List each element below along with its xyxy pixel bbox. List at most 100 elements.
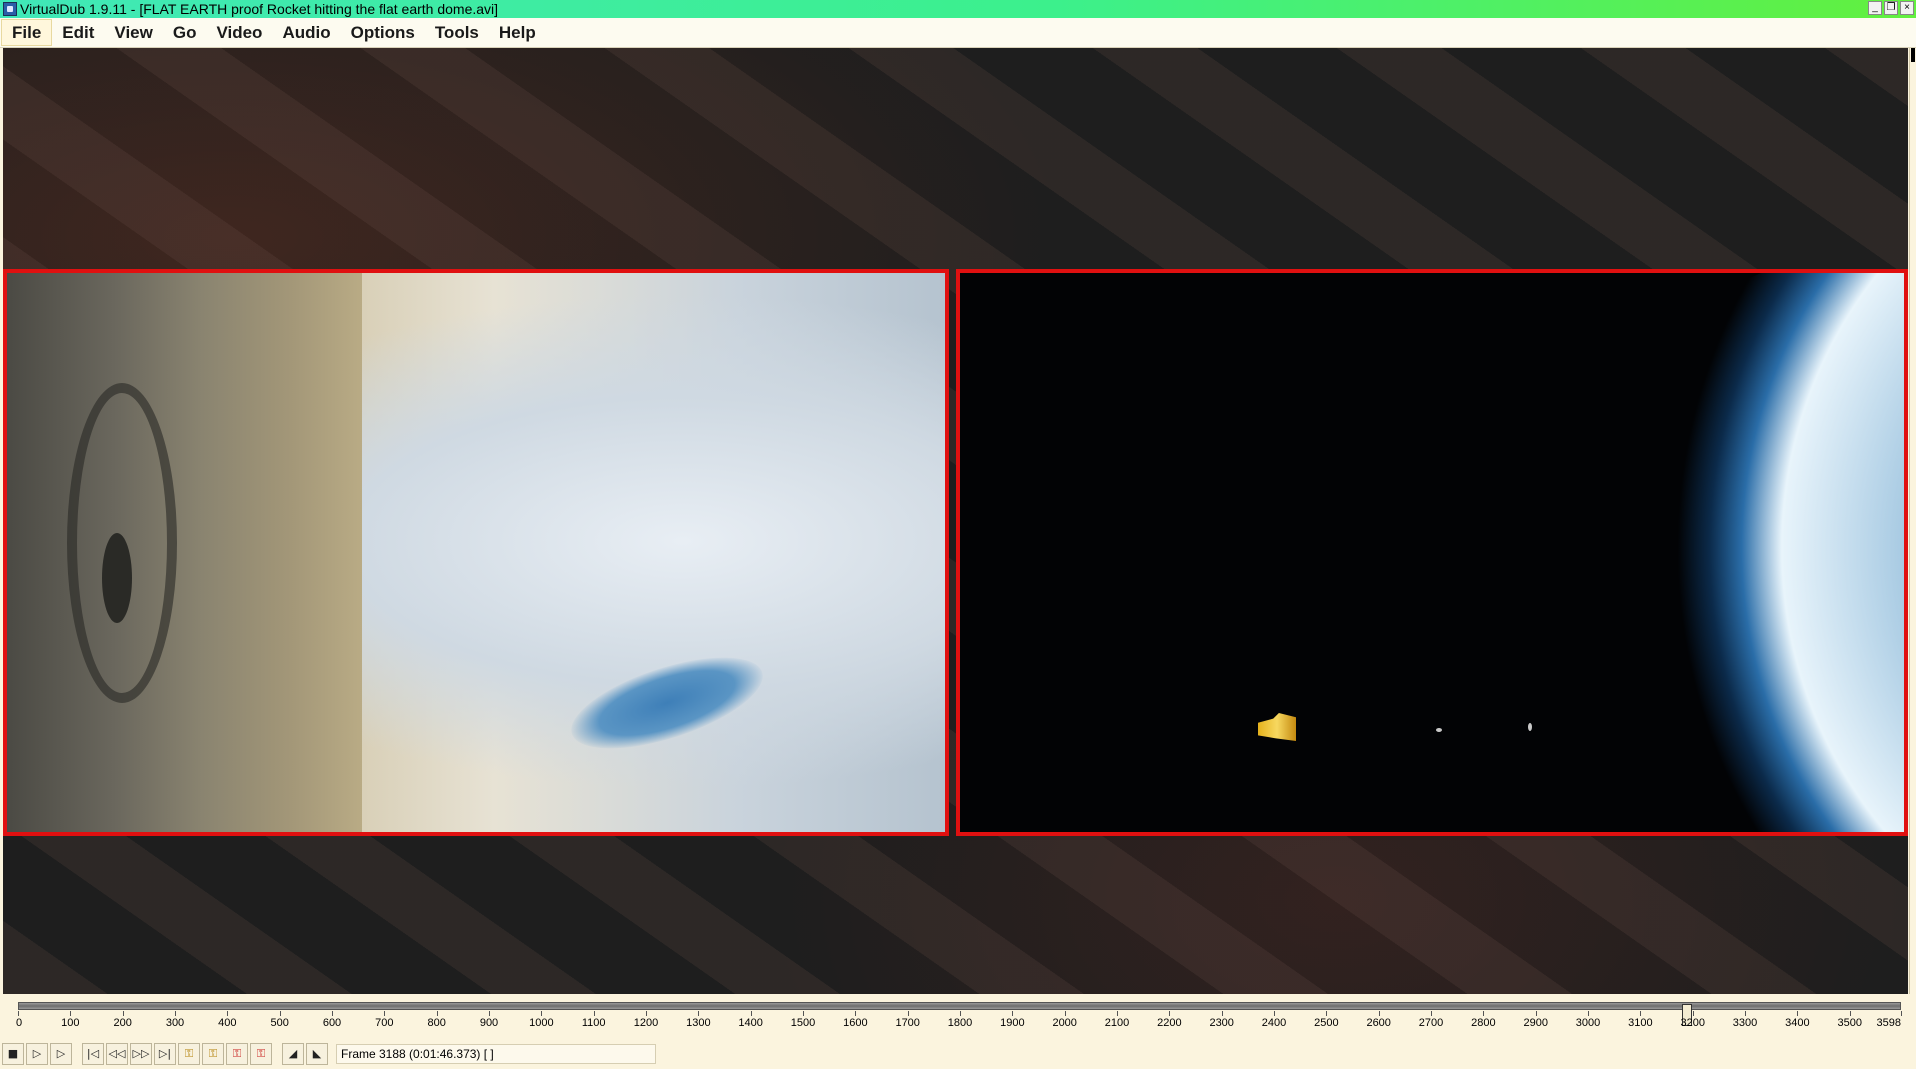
timeline-tick-mark [436,1011,438,1016]
timeline-tick-mark [70,1011,72,1016]
minimize-button[interactable]: _ [1868,1,1882,15]
timeline-tick-mark [646,1011,647,1016]
prev-keyframe-button[interactable]: ⚿ [178,1043,200,1065]
next-keyframe-button[interactable]: ⚿ [202,1043,224,1065]
timeline-tick-label: 2200 [1157,1017,1182,1029]
timeline-tick-mark [175,1011,176,1016]
timeline-tick-label: 1200 [633,1017,659,1029]
go-start-button[interactable]: |◁ [82,1043,104,1065]
menu-view[interactable]: View [104,19,162,46]
menu-audio[interactable]: Audio [272,19,340,46]
timeline-tick-label: 800 [427,1017,446,1029]
window-controls: _ ❐ × [1868,1,1914,15]
timeline-tick-mark [960,1011,962,1016]
timeline-tick-label: 3200 [1680,1017,1705,1029]
timeline-tick-mark [18,1011,19,1016]
timeline-tick-label: 3598 [1876,1017,1901,1029]
stop-button[interactable]: ■ [2,1043,24,1065]
rocket-nozzle [102,533,132,623]
timeline-tick-label: 3400 [1785,1017,1810,1029]
virtualdub-app-icon[interactable] [3,2,17,16]
timeline-tick-mark [1012,1011,1014,1016]
timeline-tick-label: 3000 [1575,1017,1601,1029]
timeline-tick-label: 1000 [529,1017,554,1029]
timeline-tick-mark [122,1011,124,1016]
menu-file[interactable]: File [1,19,53,46]
timeline-tick-mark [907,1011,909,1016]
video-preview-pane[interactable] [3,48,1908,994]
next-frame-button[interactable]: ▷▷ [130,1043,152,1065]
timeline-tick-mark [1901,1011,1902,1016]
timeline-tick-mark [332,1011,333,1016]
timeline-tick-label: 1900 [1000,1017,1025,1029]
timeline-tick-label: 2800 [1471,1017,1496,1029]
frame-status-readout: Frame 3188 (0:01:46.373) [ ] [336,1044,656,1064]
timeline-tick-label: 600 [322,1017,342,1029]
timeline-tick-label: 2100 [1104,1017,1130,1029]
menu-go[interactable]: Go [163,19,207,46]
timeline-tick-label: 1600 [843,1017,868,1029]
timeline-tick-mark [1588,1011,1590,1016]
menu-tools[interactable]: Tools [425,19,489,46]
timeline-tick-label: 1100 [581,1017,606,1029]
timeline-tick-label: 2500 [1314,1017,1339,1029]
timeline-tick-mark [1692,1011,1694,1016]
timeline-tick-label: 0 [16,1017,23,1029]
earth-horizon [1520,273,1904,832]
timeline-tick-label: 2000 [1052,1017,1077,1029]
timeline-tick-mark [1221,1011,1223,1016]
scene-back-button[interactable]: ⚿ [226,1043,248,1065]
menu-options[interactable]: Options [341,19,425,46]
window-title: VirtualDub 1.9.11 - [FLAT EARTH proof Ro… [20,1,499,17]
timeline-tick-mark [1431,1011,1433,1016]
restore-button[interactable]: ❐ [1884,1,1898,15]
timeline-tick-label: 1500 [790,1017,816,1029]
video-right-panel-earth-view [956,269,1908,836]
mark-in-button[interactable]: ◢ [282,1043,304,1065]
timeline[interactable]: 0 100 200 300 400 500 600 700 800 900 1000 1100 1200… [0,995,1916,1039]
menu-help[interactable]: Help [489,19,546,46]
timeline-tick-mark [803,1011,805,1016]
go-end-button[interactable]: ▷| [154,1043,176,1065]
lake-below [561,638,773,768]
debris-dot [1528,723,1532,731]
timeline-track[interactable] [18,1002,1901,1026]
timeline-tick-mark [489,1011,490,1016]
scene-forward-button[interactable]: ⚿ [250,1043,272,1065]
timeline-tick-label: 700 [375,1017,394,1029]
play-output-button[interactable]: ▷ [50,1043,72,1065]
transport-toolbar: ■ ▷ ▷ |◁ ◁◁ ▷▷ ▷| ⚿ ⚿ ⚿ ⚿ ◢ ◣ Frame 3188… [0,1039,1916,1069]
timeline-tick-label: 2900 [1523,1017,1548,1029]
mark-out-button[interactable]: ◣ [306,1043,328,1065]
satellite-object [1258,713,1296,741]
timeline-tick-label: 1800 [947,1017,973,1029]
timeline-tick-mark [1169,1011,1171,1016]
timeline-tick-mark [593,1011,595,1016]
menu-video[interactable]: Video [206,19,272,46]
close-button[interactable]: × [1900,1,1914,15]
timeline-tick-mark [1378,1011,1380,1016]
rocket-body [7,273,362,832]
timeline-tick-label: 900 [479,1017,499,1029]
timeline-tick-mark [1745,1011,1747,1016]
play-input-button[interactable]: ▷ [26,1043,48,1065]
timeline-tick-label: 300 [165,1017,185,1029]
timeline-tick-label: 500 [270,1017,289,1029]
timeline-tick-mark [1274,1011,1276,1016]
timeline-tick-mark [855,1011,857,1016]
menu-edit[interactable]: Edit [52,19,104,46]
timeline-tick-mark [541,1011,543,1016]
timeline-tick-mark [1797,1011,1799,1016]
timeline-tick-mark [1483,1011,1485,1016]
timeline-tick-label: 100 [61,1017,80,1029]
debris-dot [1436,728,1442,732]
timeline-tick-mark [1064,1011,1066,1016]
timeline-tick-mark [279,1011,281,1016]
timeline-tick-mark [750,1011,752,1016]
timeline-tick-label: 400 [218,1017,237,1029]
resize-gutter[interactable] [1909,48,1916,994]
timeline-tick-label: 1400 [738,1017,763,1029]
timeline-tick-label: 3100 [1628,1017,1653,1029]
prev-frame-button[interactable]: ◁◁ [106,1043,128,1065]
timeline-tick-mark [384,1011,386,1016]
